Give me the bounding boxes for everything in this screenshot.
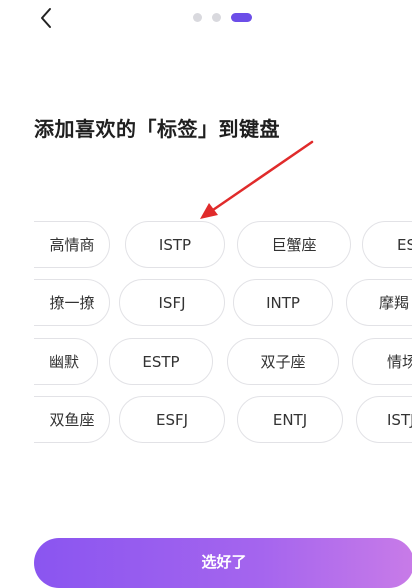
tag-chip[interactable]: INTP bbox=[233, 279, 333, 326]
step-dot bbox=[193, 13, 202, 22]
tag-chip[interactable]: 巨蟹座 bbox=[237, 221, 351, 268]
step-indicator bbox=[193, 13, 252, 22]
tag-chip[interactable]: ISTJ bbox=[356, 396, 412, 443]
tag-chip[interactable]: 情场 bbox=[352, 338, 412, 385]
step-dot bbox=[212, 13, 221, 22]
back-button[interactable] bbox=[34, 6, 58, 30]
tag-chip[interactable]: 双子座 bbox=[227, 338, 339, 385]
tag-chip[interactable]: 幽默 bbox=[34, 338, 98, 385]
tag-chip[interactable]: ESFJ bbox=[119, 396, 225, 443]
tag-chip[interactable]: ES bbox=[362, 221, 412, 268]
page-title: 添加喜欢的「标签」到键盘 bbox=[34, 117, 280, 141]
confirm-button[interactable]: 选好了 bbox=[34, 538, 412, 588]
chevron-left-icon bbox=[41, 8, 51, 28]
tag-chip[interactable]: ENTJ bbox=[237, 396, 343, 443]
tag-chip[interactable]: ISFJ bbox=[119, 279, 225, 326]
tag-chip[interactable]: ESTP bbox=[109, 338, 213, 385]
tag-chip[interactable]: 摩羯 bbox=[346, 279, 412, 326]
tag-grid: 高情商 ISTP 巨蟹座 ES 撩一撩 ISFJ INTP 摩羯 幽默 ESTP… bbox=[34, 218, 412, 448]
step-dot-active bbox=[231, 13, 252, 22]
tag-chip[interactable]: ISTP bbox=[125, 221, 225, 268]
tag-chip[interactable]: 高情商 bbox=[34, 221, 110, 268]
tag-chip[interactable]: 双鱼座 bbox=[34, 396, 110, 443]
tag-chip[interactable]: 撩一撩 bbox=[34, 279, 110, 326]
